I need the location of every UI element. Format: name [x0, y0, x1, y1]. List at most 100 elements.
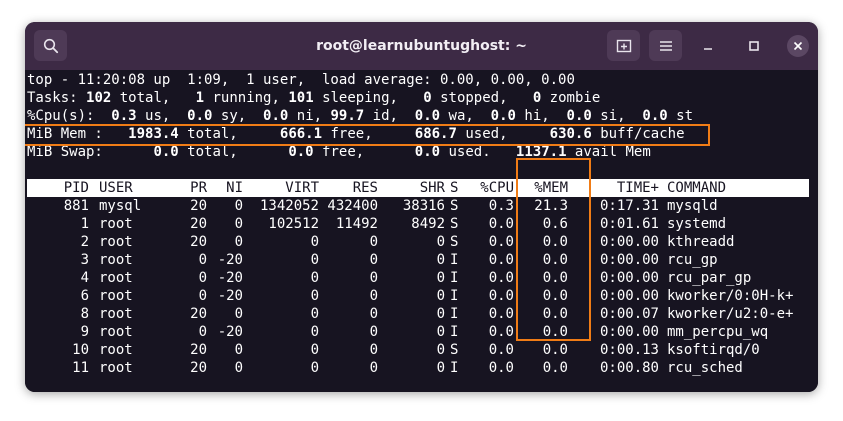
cell-pr: 20	[190, 360, 207, 376]
cell-cmd: kworker/u2:0-e+	[667, 306, 794, 322]
cell-cpu: 0.0	[488, 324, 514, 340]
cell-ni: 0	[234, 342, 243, 358]
cell-pr: 20	[190, 342, 207, 358]
cell-pid: 11	[72, 360, 89, 376]
cell-shr: 0	[436, 342, 445, 358]
column-header-s: S	[450, 180, 459, 196]
cell-cpu: 0.0	[488, 360, 514, 376]
cell-virt: 0	[310, 252, 319, 268]
minimize-button[interactable]	[697, 35, 719, 57]
close-icon	[793, 41, 803, 51]
process-row: 11 root 20 0 0 0 0 I 0.0 0.0 0:00.80 rcu_sched	[27, 359, 809, 377]
cell-shr: 38316	[402, 198, 445, 214]
column-header-res: RES	[352, 180, 378, 196]
cell-s: S	[450, 342, 459, 358]
cell-ni: 0	[234, 198, 243, 214]
mem-column-highlight	[516, 158, 591, 341]
cell-shr: 0	[436, 288, 445, 304]
cell-cmd: kthreadd	[667, 234, 735, 250]
cell-res: 0	[369, 360, 378, 376]
cell-s: S	[450, 234, 459, 250]
process-row: 10 root 20 0 0 0 0 S 0.0 0.0 0:00.13 ksoftirqd/0	[27, 341, 809, 359]
cell-virt: 0	[310, 324, 319, 340]
process-row: 6 root 0 -20 0 0 0 I 0.0 0.0 0:00.00 kworker/0:0H-k…	[27, 287, 809, 305]
process-row: 9 root 0 -20 0 0 0 I 0.0 0.0 0:00.00 mm_percpu_wq	[27, 323, 809, 341]
cell-cpu: 0.0	[488, 270, 514, 286]
cell-s: I	[450, 288, 459, 304]
cell-s: S	[450, 198, 459, 214]
top-uptime-line: top - 11:20:08 up 1:09, 1 user, load ave…	[27, 72, 575, 88]
cell-ni: 0	[234, 360, 243, 376]
cell-cpu: 0.3	[488, 198, 514, 214]
cell-pid: 3	[80, 252, 89, 268]
process-row: 2 root 20 0 0 0 0 S 0.0 0.0 0:00.00 kthreadd	[27, 233, 809, 251]
cell-shr: 0	[436, 360, 445, 376]
cell-pr: 20	[190, 234, 207, 250]
maximize-icon	[749, 41, 759, 51]
cell-cmd: rcu_par_gp	[667, 270, 752, 286]
process-row: 1 root 20 0 102512 11492 8492 S 0.0 0.6 0:01.61 sys…	[27, 215, 809, 233]
column-header-shr: SHR	[419, 180, 445, 196]
column-header-cmd: COMMAND	[667, 180, 727, 196]
cell-s: I	[450, 270, 459, 286]
cell-shr: 0	[436, 252, 445, 268]
mem-line-highlight	[25, 124, 710, 146]
cell-cmd: mm_percpu_wq	[667, 324, 769, 340]
top-tasks-line: Tasks: 102 total, 1 running, 101 sleepin…	[27, 90, 601, 106]
cell-user: root	[99, 360, 133, 376]
cell-cmd: mysqld	[667, 198, 718, 214]
cell-cpu: 0.0	[488, 306, 514, 322]
cell-virt: 0	[310, 306, 319, 322]
cell-res: 0	[369, 324, 378, 340]
maximize-button[interactable]	[743, 35, 765, 57]
cell-pr: 20	[190, 306, 207, 322]
cell-shr: 0	[436, 324, 445, 340]
cell-ni: 0	[234, 216, 243, 232]
cell-virt: 0	[310, 234, 319, 250]
cell-res: 0	[369, 234, 378, 250]
cell-ni: 0	[234, 234, 243, 250]
column-header-pid: PID	[63, 180, 89, 196]
cell-cmd: ksoftirqd/0	[667, 342, 760, 358]
cell-shr: 0	[436, 270, 445, 286]
cell-virt: 0	[310, 360, 319, 376]
close-button[interactable]	[787, 35, 809, 57]
cell-cmd: rcu_gp	[667, 252, 718, 268]
cell-user: mysql	[99, 198, 142, 214]
cell-pid: 4	[80, 270, 89, 286]
cell-pr: 0	[198, 324, 207, 340]
menu-button[interactable]	[649, 30, 682, 61]
cell-cpu: 0.0	[488, 234, 514, 250]
cell-pid: 881	[63, 198, 89, 214]
cell-pr: 0	[198, 252, 207, 268]
hamburger-menu-icon	[659, 40, 672, 51]
cell-shr: 0	[436, 234, 445, 250]
cell-user: root	[99, 270, 133, 286]
column-header-pr: PR	[190, 180, 207, 196]
column-header-ni: NI	[226, 180, 243, 196]
cell-cmd: rcu_sched	[667, 360, 743, 376]
cell-time: 0:00.80	[599, 360, 659, 376]
cell-s: I	[450, 324, 459, 340]
cell-cpu: 0.0	[488, 342, 514, 358]
cell-ni: -20	[217, 288, 243, 304]
cell-pid: 8	[80, 306, 89, 322]
cell-s: I	[450, 360, 459, 376]
cell-shr: 8492	[411, 216, 445, 232]
terminal-output[interactable]: top - 11:20:08 up 1:09, 1 user, load ave…	[25, 70, 818, 392]
cell-pr: 0	[198, 270, 207, 286]
new-tab-button[interactable]	[607, 30, 640, 61]
cell-ni: 0	[234, 306, 243, 322]
cell-user: root	[99, 306, 133, 322]
cell-s: I	[450, 252, 459, 268]
column-header-virt: VIRT	[285, 180, 319, 196]
process-row: 3 root 0 -20 0 0 0 I 0.0 0.0 0:00.00 rcu_gp	[27, 251, 809, 269]
cell-pid: 2	[80, 234, 89, 250]
cell-ni: -20	[217, 270, 243, 286]
cell-pid: 1	[80, 216, 89, 232]
cell-res: 0	[369, 288, 378, 304]
process-row: 881 mysql 20 0 1342052 432400 38316 S 0.3 21.3 0:1…	[27, 197, 809, 215]
cell-res: 11492	[335, 216, 378, 232]
cell-cpu: 0.0	[488, 288, 514, 304]
top-cpu-line: %Cpu(s): 0.3 us, 0.0 sy, 0.0 ni, 99.7 id…	[27, 108, 694, 124]
